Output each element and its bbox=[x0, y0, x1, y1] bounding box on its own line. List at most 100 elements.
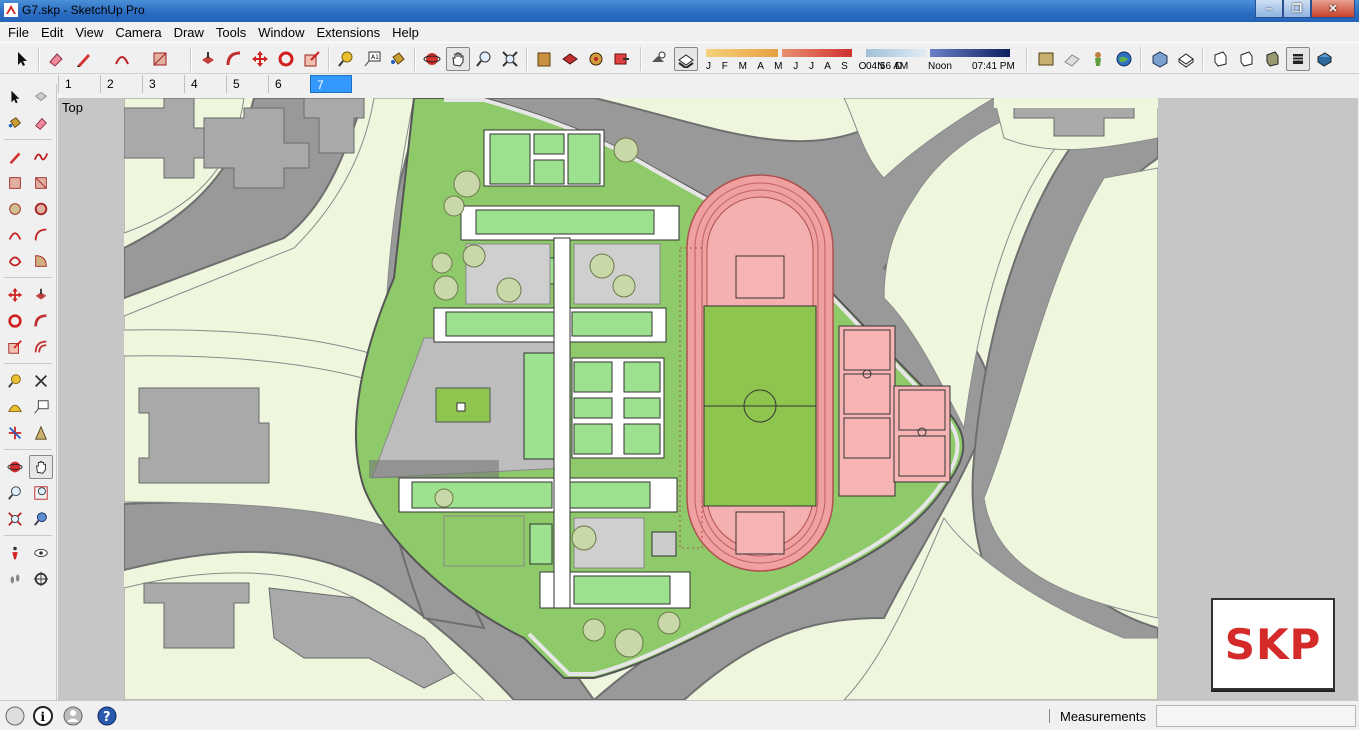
menu-help[interactable]: Help bbox=[386, 25, 425, 40]
shadow-time-slider[interactable]: 04:56 AM Noon 07:41 PM bbox=[864, 47, 1016, 73]
rectangle-tool[interactable] bbox=[148, 47, 172, 71]
add-location-tool[interactable] bbox=[1086, 47, 1110, 71]
lt-tape-measure-tool[interactable] bbox=[3, 369, 27, 393]
rotate-tool[interactable] bbox=[274, 47, 298, 71]
lt-look-around-tool[interactable] bbox=[29, 541, 53, 565]
lt-text-tool[interactable] bbox=[29, 395, 53, 419]
share-model-tool[interactable] bbox=[558, 47, 582, 71]
scale-tool[interactable] bbox=[300, 47, 324, 71]
xray-style-button[interactable] bbox=[1208, 47, 1232, 71]
lt-move-tool[interactable] bbox=[3, 283, 27, 307]
menu-tools[interactable]: Tools bbox=[210, 25, 252, 40]
lt-eraser-tool[interactable] bbox=[29, 111, 53, 135]
zoom-extents-tool[interactable] bbox=[498, 47, 522, 71]
pencil-tool[interactable] bbox=[72, 47, 96, 71]
lt-scale-tool[interactable] bbox=[3, 335, 27, 359]
lt-walk-tool[interactable] bbox=[3, 567, 27, 591]
menu-edit[interactable]: Edit bbox=[35, 25, 69, 40]
follow-me-tool[interactable] bbox=[222, 47, 246, 71]
fog-toggle[interactable] bbox=[674, 47, 698, 71]
close-button[interactable]: ✕ bbox=[1311, 0, 1355, 18]
lt-3d-text-tool[interactable] bbox=[29, 421, 53, 445]
lt-zoom-extents-tool[interactable] bbox=[3, 507, 27, 531]
lt-pie-tool[interactable] bbox=[29, 249, 53, 273]
lt-axes-tool[interactable] bbox=[3, 421, 27, 445]
scene-tab-6[interactable]: 6 bbox=[268, 75, 310, 93]
scene-tab-2[interactable]: 2 bbox=[100, 75, 142, 93]
pan-tool[interactable] bbox=[446, 47, 470, 71]
scene-tab-1[interactable]: 1 bbox=[58, 75, 100, 93]
lt-freehand-tool[interactable] bbox=[29, 145, 53, 169]
lt-make-component-tool[interactable] bbox=[29, 85, 53, 109]
follow-me-icon bbox=[226, 51, 241, 66]
menu-file[interactable]: File bbox=[2, 25, 35, 40]
lt-section-plane-tool[interactable] bbox=[29, 567, 53, 591]
lt-zoom-tool[interactable] bbox=[3, 481, 27, 505]
wireframe-style-button[interactable] bbox=[1234, 47, 1258, 71]
lt-rotate-tool[interactable] bbox=[3, 309, 27, 333]
top-view-button[interactable] bbox=[1174, 47, 1198, 71]
text-tool[interactable]: A1 bbox=[360, 47, 384, 71]
scene-tab-7[interactable]: 7 bbox=[310, 75, 352, 93]
shaded-with-textures-style-button[interactable] bbox=[1286, 47, 1310, 71]
zoom-tool[interactable] bbox=[472, 47, 496, 71]
lt-protractor-tool[interactable] bbox=[3, 395, 27, 419]
orbit-tool[interactable] bbox=[420, 47, 444, 71]
select-tool[interactable] bbox=[10, 47, 34, 71]
help-icon[interactable]: ? bbox=[96, 705, 118, 727]
extension-warehouse-tool[interactable] bbox=[584, 47, 608, 71]
lt-follow-me-tool[interactable] bbox=[29, 309, 53, 333]
iso-view-button[interactable] bbox=[1148, 47, 1172, 71]
paint-bucket-tool[interactable] bbox=[386, 47, 410, 71]
lt-line-tool[interactable] bbox=[3, 145, 27, 169]
measurements-input[interactable] bbox=[1156, 705, 1356, 727]
menu-draw[interactable]: Draw bbox=[168, 25, 210, 40]
warehouse-tool[interactable] bbox=[532, 47, 556, 71]
lt-dimension-tool[interactable] bbox=[29, 369, 53, 393]
lt-push-pull-tool[interactable] bbox=[29, 283, 53, 307]
model-canvas[interactable] bbox=[124, 98, 1158, 700]
send-to-layout-tool[interactable] bbox=[610, 47, 634, 71]
lt-pan-tool[interactable] bbox=[29, 455, 53, 479]
credits-info-icon[interactable]: i bbox=[32, 705, 54, 727]
push-pull-tool[interactable] bbox=[196, 47, 220, 71]
eraser-tool[interactable] bbox=[44, 47, 68, 71]
menu-camera[interactable]: Camera bbox=[109, 25, 167, 40]
lt-circle-tool[interactable] bbox=[3, 197, 27, 221]
lt-rotated-rectangle-tool[interactable] bbox=[29, 171, 53, 195]
lt-polygon-tool[interactable] bbox=[29, 197, 53, 221]
shaded-style-button[interactable] bbox=[1260, 47, 1284, 71]
minimize-button[interactable]: – bbox=[1255, 0, 1283, 18]
drawing-viewport[interactable]: Top bbox=[58, 98, 1358, 700]
menu-extensions[interactable]: Extensions bbox=[311, 25, 387, 40]
scene-tab-3[interactable]: 3 bbox=[142, 75, 184, 93]
lt-2point-arc-tool[interactable] bbox=[29, 223, 53, 247]
shadow-date-slider[interactable]: J F M A M J J A S O N D bbox=[706, 47, 902, 73]
lt-position-camera-tool[interactable] bbox=[3, 541, 27, 565]
lt-offset-tool[interactable] bbox=[29, 335, 53, 359]
geo-location-icon[interactable] bbox=[4, 705, 26, 727]
svg-text:?: ? bbox=[103, 710, 111, 725]
tape-measure-tool[interactable] bbox=[334, 47, 358, 71]
scene-tab-5[interactable]: 5 bbox=[226, 75, 268, 93]
scene-tab-4[interactable]: 4 bbox=[184, 75, 226, 93]
lt-select-tool[interactable] bbox=[3, 85, 27, 109]
lt-paint-bucket-tool[interactable] bbox=[3, 111, 27, 135]
lt-rectangle-tool[interactable] bbox=[3, 171, 27, 195]
google-earth-tool[interactable] bbox=[1112, 47, 1136, 71]
lt-3point-arc-tool[interactable] bbox=[3, 249, 27, 273]
location-tool[interactable] bbox=[1034, 47, 1058, 71]
move-tool[interactable] bbox=[248, 47, 272, 71]
lt-arc-tool[interactable] bbox=[3, 223, 27, 247]
user-account-icon[interactable] bbox=[62, 705, 84, 727]
monochrome-style-button[interactable] bbox=[1312, 47, 1336, 71]
lt-orbit-tool[interactable] bbox=[3, 455, 27, 479]
menu-view[interactable]: View bbox=[69, 25, 109, 40]
maximize-button[interactable]: ❐ bbox=[1283, 0, 1311, 18]
menu-window[interactable]: Window bbox=[252, 25, 310, 40]
photo-texture-tool[interactable] bbox=[1060, 47, 1084, 71]
arc-tool[interactable] bbox=[110, 47, 134, 71]
shadows-toggle[interactable] bbox=[646, 47, 670, 71]
lt-zoom-window-tool[interactable] bbox=[29, 481, 53, 505]
lt-previous-view-tool[interactable] bbox=[29, 507, 53, 531]
